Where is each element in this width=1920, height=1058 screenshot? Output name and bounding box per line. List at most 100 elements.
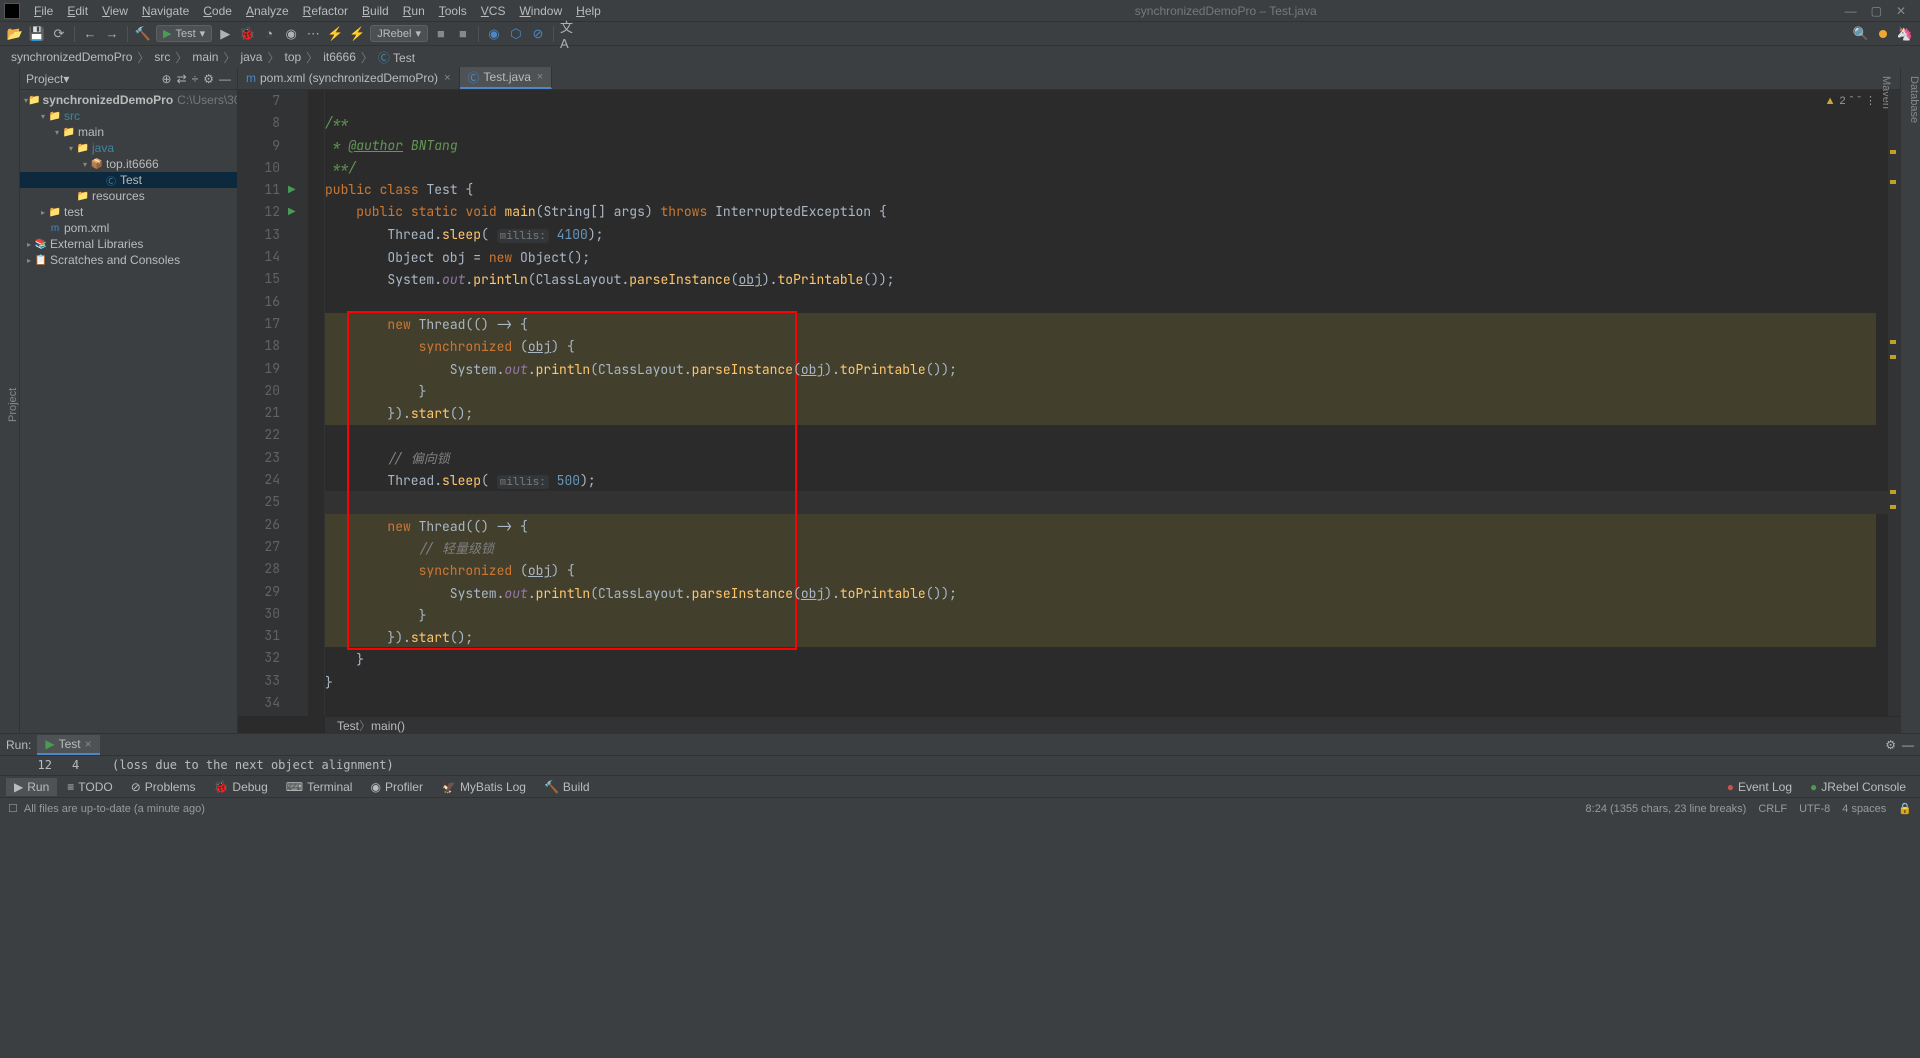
editor-body[interactable]: ▲ 2 ˆ ˇ ⋮ 789101112131415161718192021222… xyxy=(238,90,1900,716)
gutter-icons[interactable]: ▶▶ xyxy=(288,90,308,716)
attach-icon[interactable]: ⋯ xyxy=(304,25,322,43)
tree-item-src[interactable]: ▾📁src xyxy=(20,108,237,124)
rail-database[interactable]: Database xyxy=(1908,76,1920,733)
build-icon[interactable]: 🔨 xyxy=(134,25,152,43)
crumb-synchronizeddemopro[interactable]: synchronizedDemoPro xyxy=(8,50,135,64)
profile-icon[interactable]: ◉ xyxy=(282,25,300,43)
run-icon[interactable]: ▶ xyxy=(216,25,234,43)
file-encoding[interactable]: UTF-8 xyxy=(1799,803,1830,815)
jrebel-run-icon[interactable]: ⚡ xyxy=(326,25,344,43)
hide-icon[interactable]: — xyxy=(1902,738,1914,752)
fold-column[interactable] xyxy=(308,90,325,716)
run-tab[interactable]: ▶Test × xyxy=(37,735,99,755)
menu-code[interactable]: Code xyxy=(197,2,238,20)
menu-view[interactable]: View xyxy=(96,2,134,20)
tree-item-java[interactable]: ▾📁java xyxy=(20,140,237,156)
editor-crumb[interactable]: Test xyxy=(337,719,359,733)
hide-icon[interactable]: — xyxy=(219,72,231,86)
editor-breadcrumb[interactable]: Test 〉 main() xyxy=(325,716,1900,734)
menu-file[interactable]: File xyxy=(28,2,59,20)
caret-position[interactable]: 8:24 (1355 chars, 23 line breaks) xyxy=(1586,803,1747,815)
avatar-icon[interactable] xyxy=(1874,25,1892,43)
line-separator[interactable]: CRLF xyxy=(1758,803,1787,815)
ide-features-icon[interactable]: 🦄 xyxy=(1896,25,1914,43)
settings-icon[interactable]: ⚙ xyxy=(203,72,214,86)
tree-item-resources[interactable]: 📁resources xyxy=(20,188,237,204)
bottom-tab-profiler[interactable]: ◉ Profiler xyxy=(362,778,431,796)
tree-item-test[interactable]: ▸📁test xyxy=(20,204,237,220)
rail-project[interactable]: Project xyxy=(7,76,19,733)
menu-edit[interactable]: Edit xyxy=(61,2,94,20)
lock-icon[interactable]: 🔒 xyxy=(1898,802,1912,815)
tree-item-pom-xml[interactable]: mpom.xml xyxy=(20,220,237,236)
jrebel-debug-icon[interactable]: ⚡ xyxy=(348,25,366,43)
menu-refactor[interactable]: Refactor xyxy=(297,2,354,20)
menu-tools[interactable]: Tools xyxy=(433,2,473,20)
minimize-icon[interactable]: — xyxy=(1845,4,1857,18)
crumb-top[interactable]: top xyxy=(281,50,304,64)
bottom-tab-problems[interactable]: ⊘ Problems xyxy=(123,778,204,796)
bottom-tab-todo[interactable]: ≡ TODO xyxy=(59,778,120,796)
crumb-it6666[interactable]: it6666 xyxy=(320,50,359,64)
editor-tab-test-java[interactable]: Ⓒ Test.java × xyxy=(460,67,553,89)
tree-item-main[interactable]: ▾📁main xyxy=(20,124,237,140)
crumb-main[interactable]: main xyxy=(189,50,221,64)
maximize-icon[interactable]: ▢ xyxy=(1871,4,1882,18)
bottom-tab-event-log[interactable]: ● Event Log xyxy=(1719,778,1800,796)
close-tab-icon[interactable]: × xyxy=(537,71,543,83)
code-editor[interactable]: /** * @author BNTang **/public class Tes… xyxy=(325,90,1888,716)
jrebel-combo[interactable]: JRebel ▾ xyxy=(370,25,428,42)
tree-item-scratches-and-consoles[interactable]: ▸📋Scratches and Consoles xyxy=(20,252,237,268)
save-icon[interactable]: 💾 xyxy=(28,25,46,43)
open-icon[interactable]: 📂 xyxy=(6,25,24,43)
coverage-icon[interactable]: ◔ xyxy=(260,25,278,43)
error-stripe[interactable] xyxy=(1888,90,1900,716)
run-config-combo[interactable]: ▶Test ▾ xyxy=(156,25,212,42)
back-icon[interactable]: ← xyxy=(81,25,99,43)
tree-item-external-libraries[interactable]: ▸📚External Libraries xyxy=(20,236,237,252)
gear-icon[interactable]: ⚙ xyxy=(1885,738,1896,752)
sync-icon[interactable]: ⟳ xyxy=(50,25,68,43)
translate-icon[interactable]: 文A xyxy=(560,25,578,43)
indent-info[interactable]: 4 spaces xyxy=(1842,803,1886,815)
bottom-tab-build[interactable]: 🔨 Build xyxy=(536,778,598,796)
tree-item-top-it6666[interactable]: ▾📦top.it6666 xyxy=(20,156,237,172)
run-output[interactable]: 12 4 (loss due to the next object alignm… xyxy=(0,756,1920,774)
editor-tab-pom-xml--synchronizeddemopro-[interactable]: m pom.xml (synchronizedDemoPro) × xyxy=(238,67,460,89)
project-tree[interactable]: ▾📁synchronizedDemoProC:\Users\30315\D▾📁s… xyxy=(20,90,237,733)
bottom-tab-jrebel-console[interactable]: ● JRebel Console xyxy=(1802,778,1914,796)
collapse-icon[interactable]: ÷ xyxy=(192,72,199,86)
debug-icon[interactable]: 🐞 xyxy=(238,25,256,43)
menu-navigate[interactable]: Navigate xyxy=(136,2,195,20)
tree-item-test[interactable]: ⒸTest xyxy=(20,172,237,188)
menu-vcs[interactable]: VCS xyxy=(475,2,512,20)
close-icon[interactable]: × xyxy=(85,737,92,751)
expand-icon[interactable]: ⇄ xyxy=(177,72,187,86)
git-icon[interactable]: ◉ xyxy=(485,25,503,43)
status-icon[interactable]: ☐ xyxy=(8,802,18,815)
forward-icon[interactable]: → xyxy=(103,25,121,43)
scan-icon[interactable]: ⊘ xyxy=(529,25,547,43)
editor-crumb[interactable]: main() xyxy=(371,719,405,733)
bottom-tab-terminal[interactable]: ⌨ Terminal xyxy=(278,778,361,796)
bottom-tab-mybatis-log[interactable]: 🦅 MyBatis Log xyxy=(433,778,534,796)
stop-icon[interactable]: ■ xyxy=(432,25,450,43)
right-tool-rail: Database Maven xyxy=(1900,68,1920,733)
stop2-icon[interactable]: ■ xyxy=(454,25,472,43)
gist-icon[interactable]: ⬡ xyxy=(507,25,525,43)
close-icon[interactable]: ✕ xyxy=(1896,4,1906,18)
bottom-tab-debug[interactable]: 🐞 Debug xyxy=(205,778,275,796)
project-title: Project xyxy=(26,72,63,86)
bottom-tab-run[interactable]: ▶ Run xyxy=(6,778,57,796)
menu-build[interactable]: Build xyxy=(356,2,395,20)
target-icon[interactable]: ⊕ xyxy=(162,72,172,86)
crumb-java[interactable]: java xyxy=(237,50,265,64)
tree-item-synchronizeddemopro[interactable]: ▾📁synchronizedDemoProC:\Users\30315\D xyxy=(20,92,237,108)
search-icon[interactable]: 🔍 xyxy=(1852,25,1870,43)
close-tab-icon[interactable]: × xyxy=(444,72,450,84)
menu-analyze[interactable]: Analyze xyxy=(240,2,295,20)
menu-run[interactable]: Run xyxy=(397,2,431,20)
crumb-test[interactable]: Ⓒ Test xyxy=(375,49,418,66)
project-tool-window: Project ▾ ⊕ ⇄ ÷ ⚙ — ▾📁synchronizedDemoPr… xyxy=(20,68,238,733)
crumb-src[interactable]: src xyxy=(151,50,173,64)
